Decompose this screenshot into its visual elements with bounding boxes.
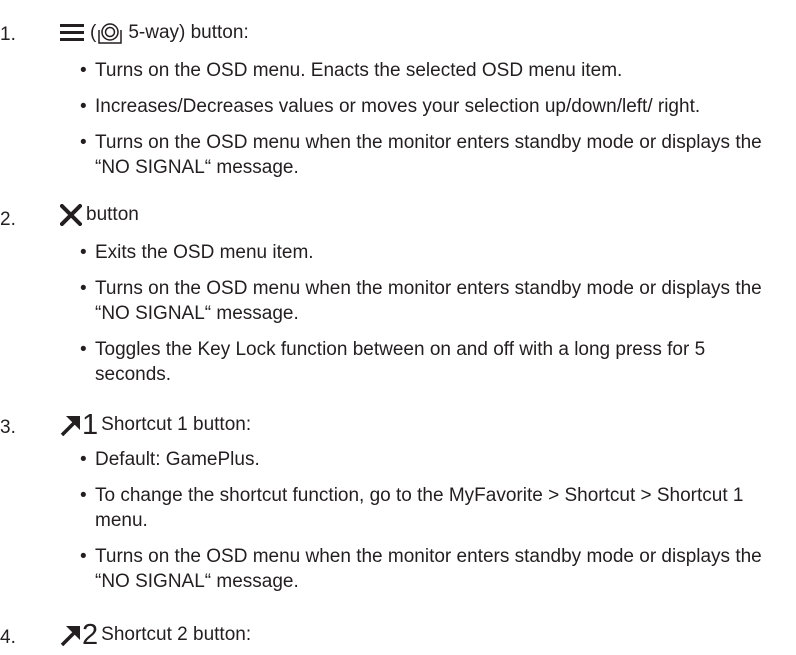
bullet-list: Exits the OSD menu item. Turns on the OS… (80, 240, 785, 398)
list-item: Turns on the OSD menu. Enacts the select… (80, 58, 785, 83)
list-item: Toggles the Key Lock function between on… (80, 337, 785, 387)
shortcut-arrow-icon (60, 413, 82, 437)
list-item: To change the shortcut function, go to t… (80, 483, 785, 533)
menu-icon (60, 22, 84, 44)
bullet-list: Default: GamePlus. To change the shortcu… (80, 447, 785, 605)
item-heading: 1 Shortcut 1 button: (60, 409, 252, 441)
five-way-joystick-icon (98, 22, 123, 44)
list-item: Turns on the OSD menu when the monitor e… (80, 130, 785, 180)
shortcut-number: 2 (82, 619, 99, 651)
shortcut-arrow-icon (60, 623, 82, 647)
list-item: Default: GamePlus. (80, 447, 785, 472)
list-item: Turns on the OSD menu when the monitor e… (80, 276, 785, 326)
list-item: Turns on the OSD menu when the monitor e… (80, 544, 785, 594)
list-item: Exits the OSD menu item. (80, 240, 785, 265)
item-heading: ( 5-way) button: (60, 22, 249, 44)
shortcut-number: 1 (82, 409, 99, 441)
item-label: Shortcut 2 button: (101, 624, 252, 645)
item-label: Shortcut 1 button: (101, 414, 252, 435)
open-paren: ( (90, 22, 97, 43)
item-number: 1. (0, 24, 16, 45)
item-label: button (86, 204, 139, 225)
item-number: 2. (0, 209, 16, 230)
item-label: 5-way) button: (128, 22, 249, 43)
list-item: Increases/Decreases values or moves your… (80, 94, 785, 119)
item-number: 4. (0, 627, 16, 648)
item-heading: button (60, 204, 139, 226)
item-number: 3. (0, 417, 16, 438)
item-heading: 2 Shortcut 2 button: (60, 619, 252, 651)
bullet-list: Turns on the OSD menu. Enacts the select… (80, 58, 785, 191)
close-x-icon (60, 204, 82, 226)
